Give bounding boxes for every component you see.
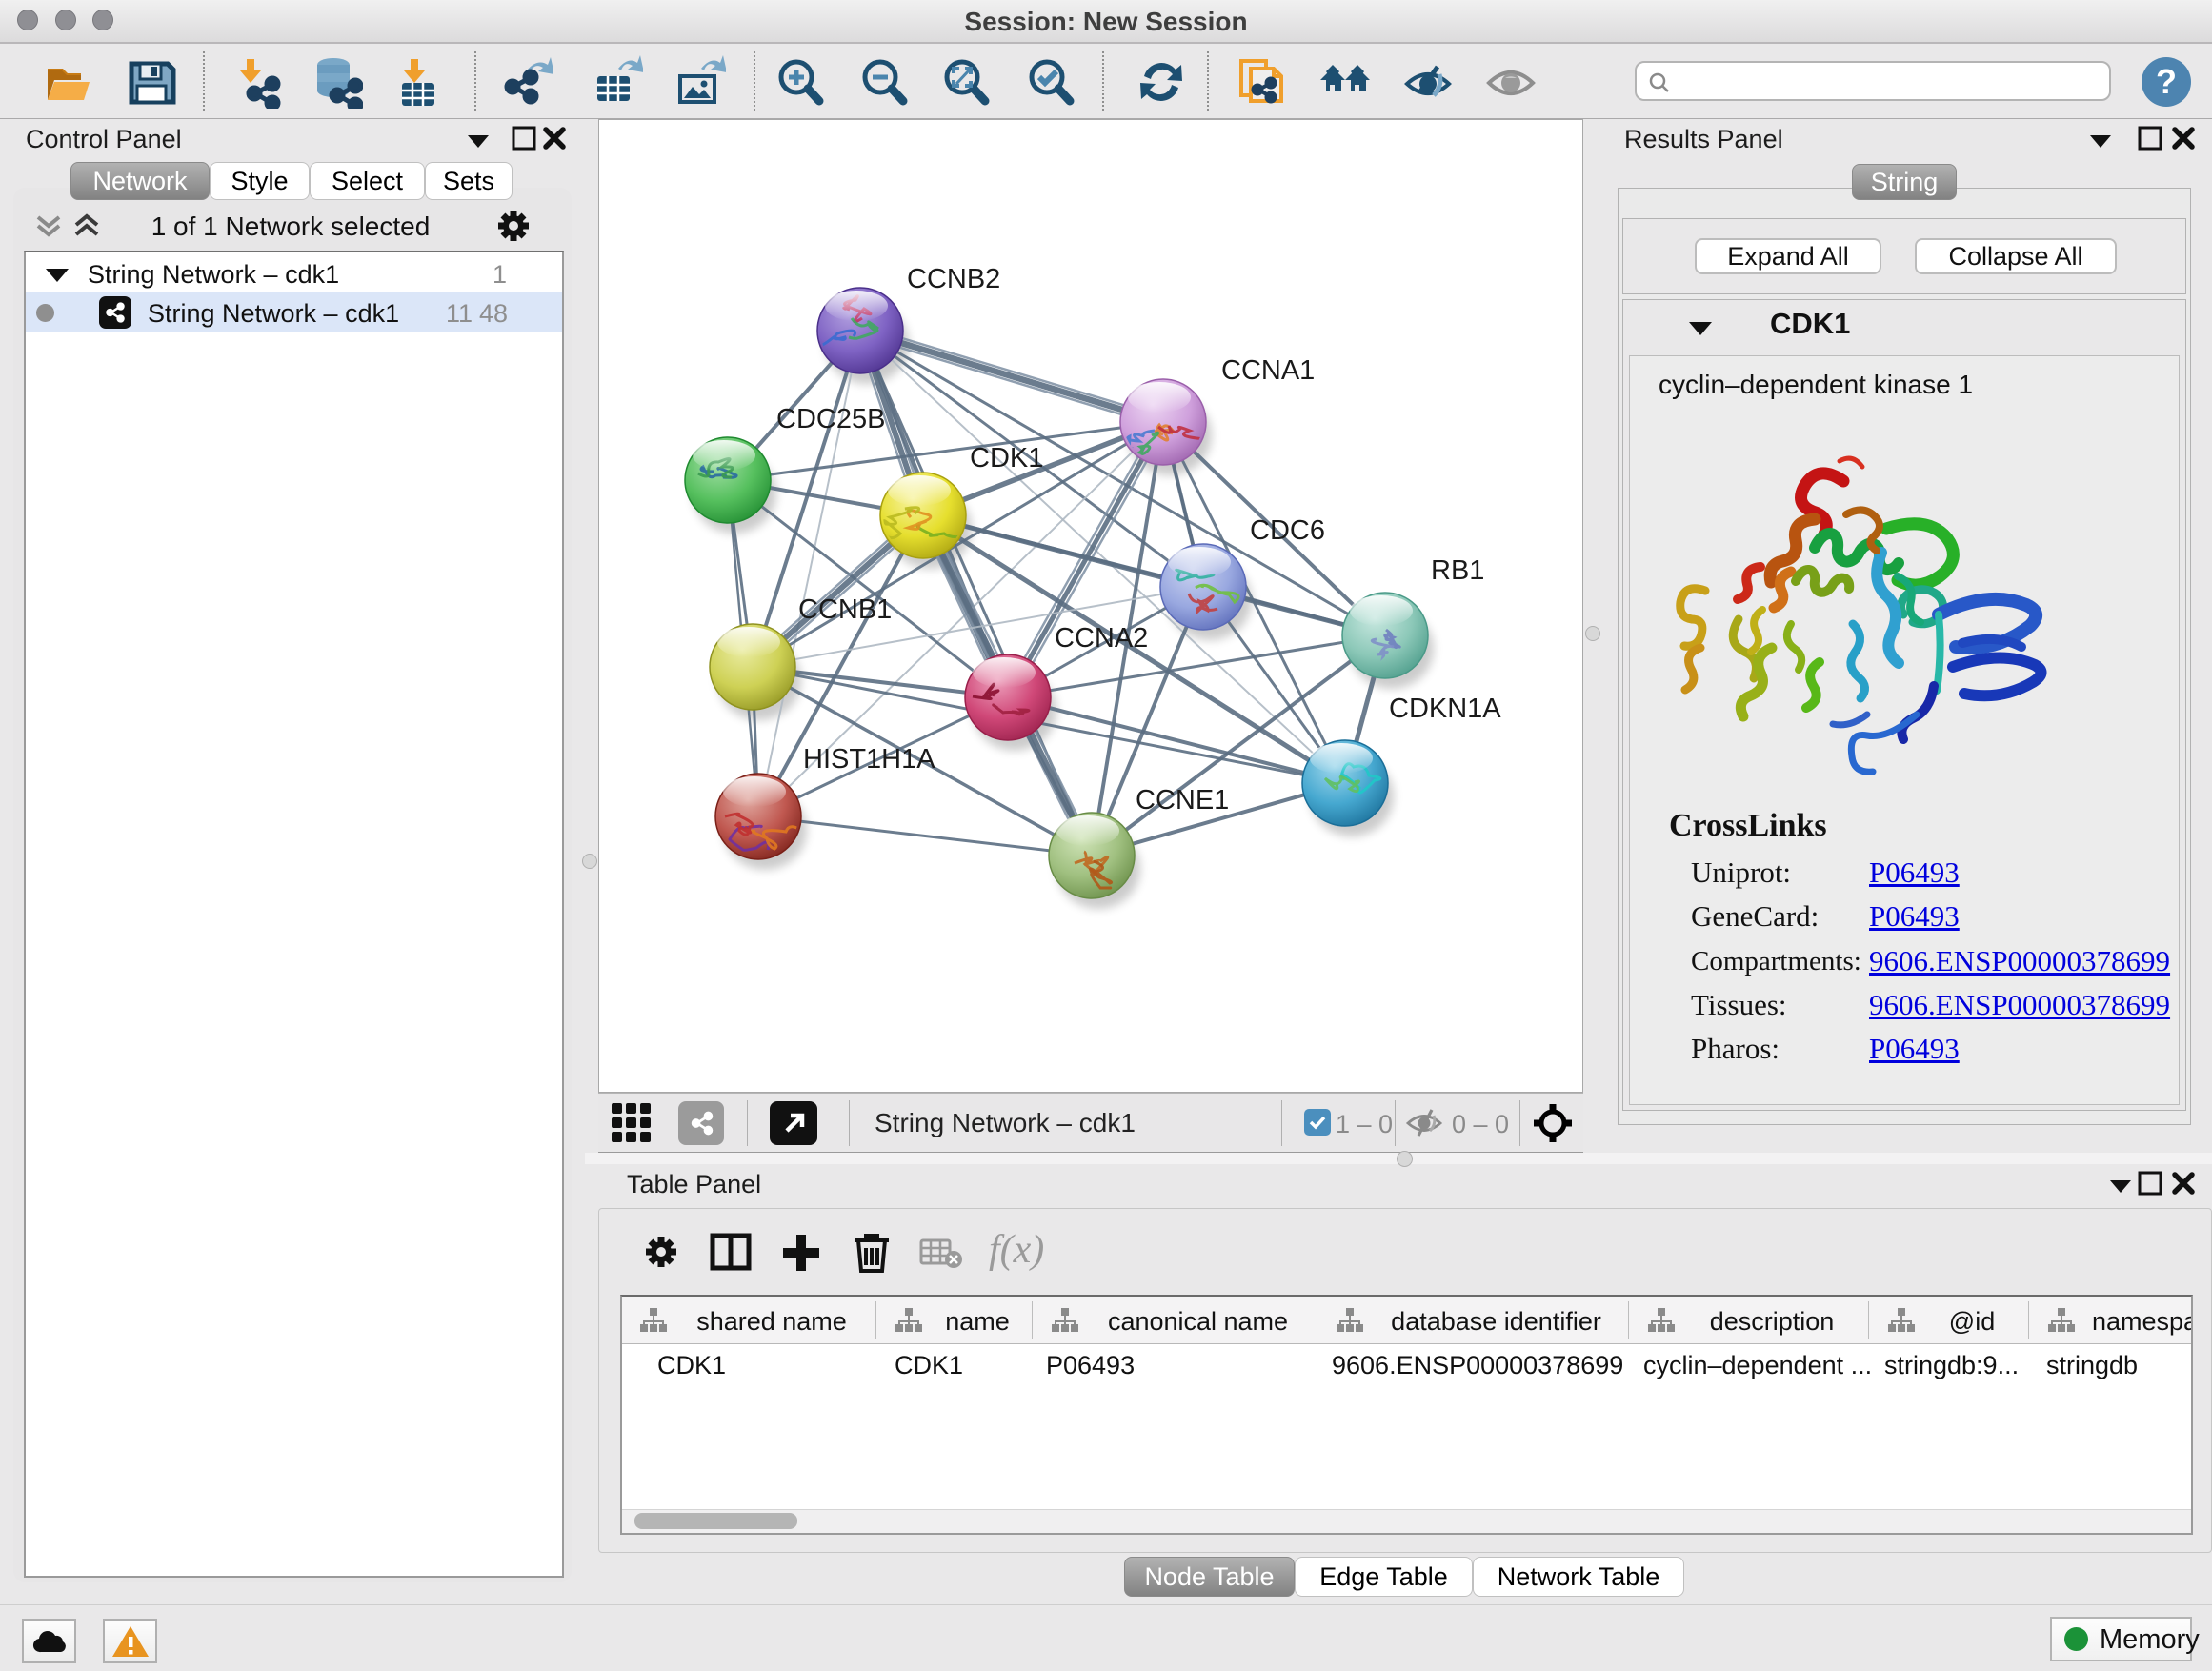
svg-text:CCNB1: CCNB1	[798, 594, 892, 625]
svg-text:HIST1H1A: HIST1H1A	[803, 744, 935, 775]
svg-text:CDC6: CDC6	[1250, 515, 1325, 546]
svg-text:CCNA1: CCNA1	[1221, 355, 1315, 386]
svg-text:CCNE1: CCNE1	[1136, 785, 1229, 815]
svg-text:CCNA2: CCNA2	[1055, 623, 1148, 654]
svg-text:?: ?	[2156, 62, 2177, 101]
svg-text:CCNB2: CCNB2	[907, 264, 1000, 294]
svg-text:RB1: RB1	[1431, 555, 1484, 586]
svg-text:CDC25B: CDC25B	[776, 404, 885, 434]
svg-text:CDK1: CDK1	[970, 443, 1043, 473]
svg-text:CDKN1A: CDKN1A	[1389, 694, 1501, 724]
